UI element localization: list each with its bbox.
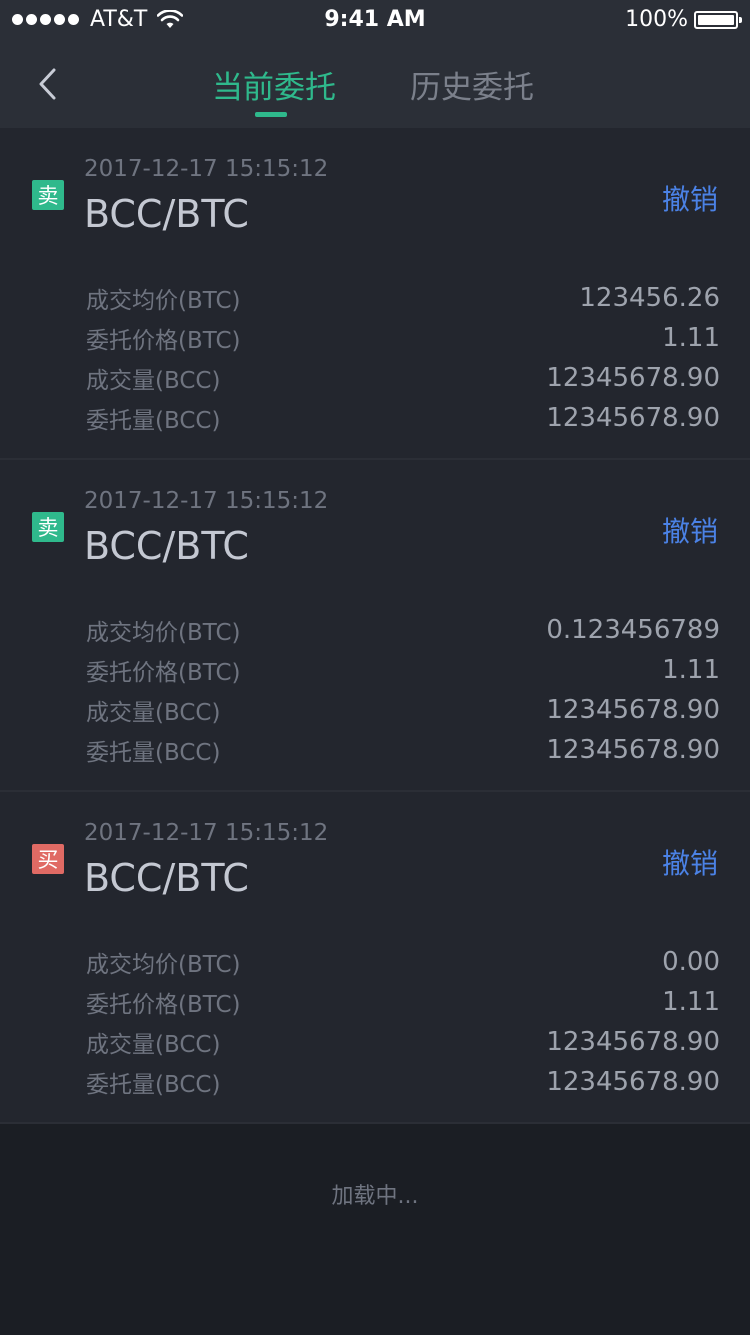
loading-indicator: 加载中... bbox=[331, 1184, 419, 1209]
order-pair: BCC/BTC bbox=[84, 856, 249, 900]
detail-value: 12345678.90 bbox=[546, 1067, 720, 1097]
detail-value: 12345678.90 bbox=[546, 695, 720, 725]
order-details: 成交均价(BTC) 0.123456789 委托价格(BTC) 1.11 成交量… bbox=[86, 610, 720, 770]
detail-row-order-amount: 委托量(BCC) 12345678.90 bbox=[86, 730, 720, 770]
detail-label: 成交量(BCC) bbox=[86, 700, 221, 726]
buy-badge: 买 bbox=[32, 844, 64, 874]
order-pair: BCC/BTC bbox=[84, 192, 249, 236]
nav-bar: 当前委托 历史委托 bbox=[0, 40, 750, 128]
detail-row-avg-price: 成交均价(BTC) 0.00 bbox=[86, 942, 720, 982]
detail-row-order-price: 委托价格(BTC) 1.11 bbox=[86, 318, 720, 358]
order-card: 卖 2017-12-17 15:15:12 BCC/BTC 撤销 成交均价(BT… bbox=[0, 128, 750, 460]
status-bar: AT&T 9:41 AM 100% bbox=[0, 0, 750, 40]
battery-icon bbox=[694, 10, 742, 29]
detail-row-avg-price: 成交均价(BTC) 123456.26 bbox=[86, 278, 720, 318]
detail-value: 12345678.90 bbox=[546, 363, 720, 393]
detail-row-filled-amount: 成交量(BCC) 12345678.90 bbox=[86, 690, 720, 730]
detail-value: 123456.26 bbox=[579, 283, 720, 313]
back-button[interactable] bbox=[28, 62, 68, 106]
detail-label: 委托价格(BTC) bbox=[86, 660, 241, 686]
order-time: 2017-12-17 15:15:12 bbox=[84, 820, 329, 846]
sell-badge: 卖 bbox=[32, 180, 64, 210]
detail-label: 委托量(BCC) bbox=[86, 740, 221, 766]
top-bar: AT&T 9:41 AM 100% 当前委托 历史委托 bbox=[0, 0, 750, 128]
order-time: 2017-12-17 15:15:12 bbox=[84, 156, 329, 182]
detail-label: 成交量(BCC) bbox=[86, 1032, 221, 1058]
chevron-left-icon bbox=[39, 68, 56, 100]
detail-value: 1.11 bbox=[662, 655, 720, 685]
detail-label: 委托价格(BTC) bbox=[86, 328, 241, 354]
detail-row-filled-amount: 成交量(BCC) 12345678.90 bbox=[86, 1022, 720, 1062]
detail-row-order-amount: 委托量(BCC) 12345678.90 bbox=[86, 398, 720, 438]
detail-row-order-amount: 委托量(BCC) 12345678.90 bbox=[86, 1062, 720, 1102]
tab-current-orders[interactable]: 当前委托 bbox=[212, 62, 336, 107]
status-right: 100% bbox=[625, 7, 742, 32]
detail-row-filled-amount: 成交量(BCC) 12345678.90 bbox=[86, 358, 720, 398]
detail-value: 12345678.90 bbox=[546, 1027, 720, 1057]
detail-label: 成交量(BCC) bbox=[86, 368, 221, 394]
detail-label: 成交均价(BTC) bbox=[86, 952, 241, 978]
active-tab-indicator bbox=[255, 112, 287, 117]
detail-value: 0.00 bbox=[662, 947, 720, 977]
order-time: 2017-12-17 15:15:12 bbox=[84, 488, 329, 514]
order-details: 成交均价(BTC) 0.00 委托价格(BTC) 1.11 成交量(BCC) 1… bbox=[86, 942, 720, 1102]
order-pair: BCC/BTC bbox=[84, 524, 249, 568]
sell-badge: 卖 bbox=[32, 512, 64, 542]
detail-label: 委托价格(BTC) bbox=[86, 992, 241, 1018]
detail-value: 1.11 bbox=[662, 987, 720, 1017]
cancel-order-button[interactable]: 撤销 bbox=[662, 842, 718, 882]
detail-label: 成交均价(BTC) bbox=[86, 288, 241, 314]
detail-row-avg-price: 成交均价(BTC) 0.123456789 bbox=[86, 610, 720, 650]
order-card: 买 2017-12-17 15:15:12 BCC/BTC 撤销 成交均价(BT… bbox=[0, 792, 750, 1124]
detail-value: 12345678.90 bbox=[546, 735, 720, 765]
cancel-order-button[interactable]: 撤销 bbox=[662, 178, 718, 218]
order-details: 成交均价(BTC) 123456.26 委托价格(BTC) 1.11 成交量(B… bbox=[86, 278, 720, 438]
order-card: 卖 2017-12-17 15:15:12 BCC/BTC 撤销 成交均价(BT… bbox=[0, 460, 750, 792]
detail-row-order-price: 委托价格(BTC) 1.11 bbox=[86, 982, 720, 1022]
battery-percentage: 100% bbox=[625, 7, 688, 32]
order-list: 卖 2017-12-17 15:15:12 BCC/BTC 撤销 成交均价(BT… bbox=[0, 128, 750, 1124]
detail-value: 0.123456789 bbox=[546, 615, 720, 645]
tab-order-history[interactable]: 历史委托 bbox=[410, 62, 534, 107]
detail-row-order-price: 委托价格(BTC) 1.11 bbox=[86, 650, 720, 690]
detail-value: 12345678.90 bbox=[546, 403, 720, 433]
detail-label: 委托量(BCC) bbox=[86, 408, 221, 434]
detail-label: 委托量(BCC) bbox=[86, 1072, 221, 1098]
cancel-order-button[interactable]: 撤销 bbox=[662, 510, 718, 550]
detail-value: 1.11 bbox=[662, 323, 720, 353]
detail-label: 成交均价(BTC) bbox=[86, 620, 241, 646]
